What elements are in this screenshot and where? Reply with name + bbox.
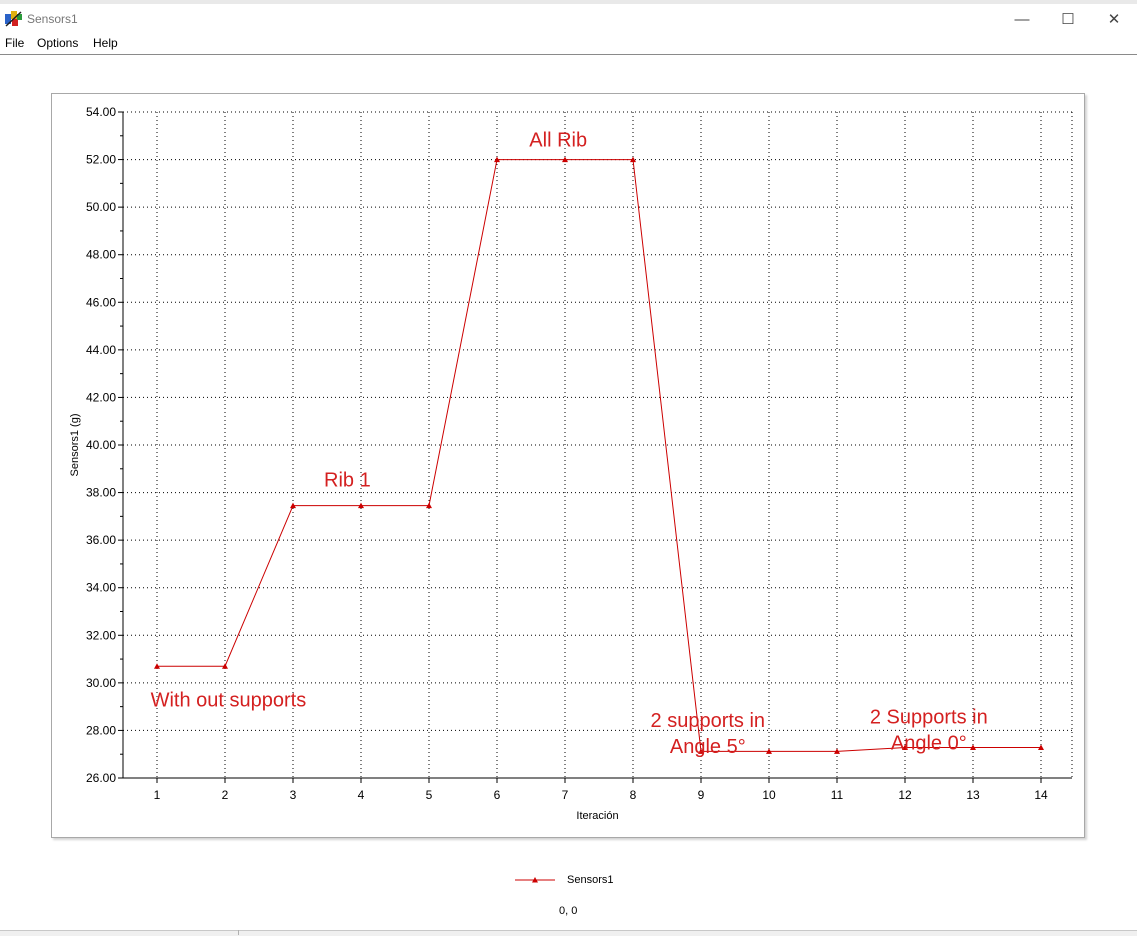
status-bar — [0, 930, 1137, 936]
y-tick-label: 42.00 — [86, 390, 116, 404]
line-chart[interactable]: 26.00 28.00 30.00 32.00 34.00 36.00 38.00 40.00… — [52, 94, 1084, 837]
y-tick-label: 46.00 — [86, 295, 116, 309]
cursor-coordinates: 0, 0 — [559, 905, 578, 917]
x-tick-label: 4 — [358, 788, 365, 802]
close-button[interactable]: ✕ — [1091, 4, 1137, 34]
y-tick-label: 48.00 — [86, 248, 116, 262]
y-tick-label: 54.00 — [86, 105, 116, 119]
y-tick-label: 52.00 — [86, 153, 116, 167]
annotation-line: With out supports — [151, 690, 307, 712]
y-tick-label: 50.00 — [86, 200, 116, 214]
x-tick-label: 1 — [154, 788, 161, 802]
x-tick-label: 12 — [898, 788, 912, 802]
legend: Sensors1 — [515, 872, 613, 888]
legend-swatch — [515, 877, 555, 883]
menu-options[interactable]: Options — [37, 36, 78, 50]
annotation-label: All Rib — [529, 129, 587, 151]
window-title: Sensors1 — [27, 12, 78, 26]
close-icon: ✕ — [1107, 11, 1121, 28]
menu-help[interactable]: Help — [93, 36, 118, 50]
minimize-icon: — — [1014, 10, 1030, 28]
annotation-line: 2 supports in — [651, 710, 766, 732]
minimize-button[interactable]: — — [999, 4, 1045, 34]
x-tick-label: 2 — [222, 788, 229, 802]
annotation-line: All Rib — [529, 129, 587, 151]
x-tick-label: 9 — [698, 788, 705, 802]
status-divider — [238, 930, 239, 935]
x-tick-label: 5 — [426, 788, 433, 802]
annotation-line: Angle 0° — [891, 732, 967, 754]
y-tick-label: 36.00 — [86, 533, 116, 547]
y-tick-label: 28.00 — [86, 723, 116, 737]
annotation-line: Rib 1 — [324, 470, 371, 492]
annotation-line: Angle 5° — [670, 736, 746, 758]
maximize-icon: ☐ — [1061, 11, 1075, 28]
y-tick-label: 26.00 — [86, 771, 116, 785]
title-bar: Sensors1 — ☐ ✕ — [0, 4, 1137, 34]
y-tick-label: 40.00 — [86, 438, 116, 452]
y-tick-label: 32.00 — [86, 628, 116, 642]
menu-bar: File Options Help — [0, 34, 1137, 55]
maximize-button[interactable]: ☐ — [1045, 4, 1091, 34]
y-axis-label: Sensors1 (g) — [69, 414, 81, 477]
menu-file[interactable]: File — [5, 36, 24, 50]
y-tick-label: 34.00 — [86, 581, 116, 595]
annotation-line: 2 Supports in — [870, 706, 988, 728]
chart-frame: 26.00 28.00 30.00 32.00 34.00 36.00 38.00 40.00… — [51, 93, 1085, 838]
grid-lines — [123, 111, 1073, 778]
y-tick-label: 30.00 — [86, 676, 116, 690]
y-tick-label: 44.00 — [86, 343, 116, 357]
y-tick-label: 38.00 — [86, 486, 116, 500]
x-tick-label: 10 — [762, 788, 776, 802]
x-tick-label: 8 — [630, 788, 637, 802]
annotation-label: With out supports — [151, 690, 307, 712]
x-tick-label: 13 — [966, 788, 980, 802]
x-tick-label: 3 — [290, 788, 297, 802]
series-line — [157, 159, 1041, 752]
x-tick-label: 14 — [1034, 788, 1048, 802]
series-sensors1 — [154, 156, 1044, 754]
sensor-app-icon — [5, 11, 22, 27]
annotation-label: 2 supports in Angle 5° — [651, 710, 766, 758]
x-axis-label: Iteración — [576, 810, 618, 822]
x-tick-label: 11 — [831, 788, 844, 802]
annotation-label: Rib 1 — [324, 470, 371, 492]
legend-label: Sensors1 — [567, 874, 614, 886]
x-tick-label: 7 — [562, 788, 569, 802]
x-tick-label: 6 — [494, 788, 501, 802]
